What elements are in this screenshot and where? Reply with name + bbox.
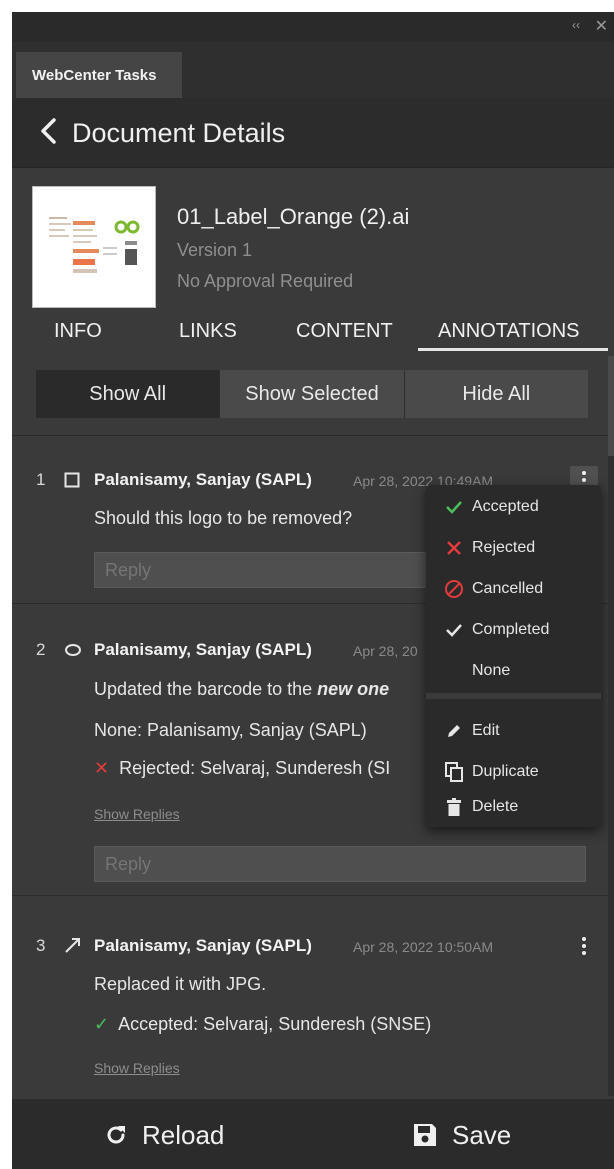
annotation-author: Palanisamy, Sanjay (SAPL) xyxy=(94,936,312,955)
show-all-button[interactable]: Show All xyxy=(36,370,220,418)
annotation-item[interactable]: 3 Palanisamy, Sanjay (SAPL) Apr 28, 2022… xyxy=(12,896,614,1106)
pencil-icon xyxy=(440,723,468,739)
annotation-context-menu: Accepted Rejected Cancelled Completed No… xyxy=(426,485,601,827)
annotation-text: Should this logo to be removed? xyxy=(94,508,353,528)
document-version: Version 1 xyxy=(177,240,253,260)
annotation-author: Palanisamy, Sanjay (SAPL) xyxy=(94,470,312,489)
document-thumbnail xyxy=(32,186,156,308)
annotation-text: Replaced it with JPG. xyxy=(94,974,267,994)
menu-divider xyxy=(426,693,601,699)
cancel-icon xyxy=(440,579,468,599)
check-icon xyxy=(440,500,468,514)
annotation-date: Apr 28, 2022 10:50AM xyxy=(353,939,494,955)
show-replies-link[interactable]: Show Replies xyxy=(94,806,180,822)
detail-tabs: INFO LINKS CONTENT ANNOTATIONS xyxy=(12,312,614,356)
close-panel-button[interactable]: ✕ xyxy=(595,16,608,36)
tab-annotations[interactable]: ANNOTATIONS xyxy=(438,320,579,343)
annotations-scrollbar[interactable] xyxy=(608,356,614,1096)
reply-input[interactable] xyxy=(94,846,586,882)
webcenter-panel: ‹‹ ✕ WebCenter Tasks Document Details 01… xyxy=(12,12,614,1169)
x-icon: ✕ xyxy=(94,758,110,778)
annotation-number: 3 xyxy=(36,936,46,955)
menu-item-delete[interactable]: Delete xyxy=(426,787,601,827)
hide-all-button[interactable]: Hide All xyxy=(403,370,588,418)
annotation-text: Updated the barcode to the new one xyxy=(94,679,390,699)
show-selected-button[interactable]: Show Selected xyxy=(219,370,404,418)
menu-item-duplicate[interactable]: Duplicate xyxy=(426,752,601,792)
status-none: None: Palanisamy, Sanjay (SAPL) xyxy=(94,720,367,740)
annotation-number: 1 xyxy=(36,470,46,489)
scrollbar-thumb[interactable] xyxy=(608,356,614,456)
reload-icon xyxy=(104,1123,128,1147)
annotation-number: 2 xyxy=(36,640,46,659)
menu-item-cancelled[interactable]: Cancelled xyxy=(426,569,601,609)
square-icon xyxy=(64,472,80,488)
tab-info[interactable]: INFO xyxy=(54,320,102,343)
chevron-left-icon[interactable] xyxy=(38,116,60,146)
trash-icon xyxy=(440,798,468,816)
screenshot-frame: ‹‹ ✕ WebCenter Tasks Document Details 01… xyxy=(0,0,614,1169)
annotation-menu-button[interactable] xyxy=(570,932,598,960)
tab-links[interactable]: LINKS xyxy=(179,320,237,343)
show-replies-link[interactable]: Show Replies xyxy=(94,1060,180,1076)
document-summary: 01_Label_Orange (2).ai Version 1 No Appr… xyxy=(12,168,614,308)
check-icon: ✓ xyxy=(94,1014,110,1034)
document-name: 01_Label_Orange (2).ai xyxy=(177,204,410,229)
panel-tab-webcenter-tasks[interactable]: WebCenter Tasks xyxy=(16,52,182,98)
menu-item-rejected[interactable]: Rejected xyxy=(426,528,601,568)
reload-button[interactable]: Reload xyxy=(104,1117,224,1153)
annotation-filter: Show All Show Selected Hide All xyxy=(36,370,588,418)
check-icon xyxy=(440,623,468,637)
page-header: Document Details xyxy=(12,98,614,168)
status-accepted: ✓ Accepted: Selvaraj, Sunderesh (SNSE) xyxy=(94,1014,432,1034)
panel-tab-bar: WebCenter Tasks xyxy=(12,42,614,98)
menu-item-accepted[interactable]: Accepted xyxy=(426,487,601,527)
save-button[interactable]: Save xyxy=(412,1117,511,1153)
active-tab-indicator xyxy=(418,348,608,351)
menu-item-none[interactable]: None xyxy=(426,651,601,691)
menu-item-completed[interactable]: Completed xyxy=(426,610,601,650)
page-title: Document Details xyxy=(72,118,286,148)
duplicate-icon xyxy=(440,762,468,782)
panel-title-strip: ‹‹ ✕ xyxy=(12,12,614,42)
annotation-date: Apr 28, 20 xyxy=(353,643,418,659)
footer-bar: Reload Save xyxy=(12,1099,614,1169)
save-icon xyxy=(412,1122,438,1148)
tab-content[interactable]: CONTENT xyxy=(296,320,393,343)
collapse-panel-button[interactable]: ‹‹ xyxy=(572,18,580,32)
ellipse-icon xyxy=(64,643,82,657)
approval-status: No Approval Required xyxy=(177,271,354,291)
x-icon xyxy=(440,540,468,556)
annotation-filter-bar: Show All Show Selected Hide All xyxy=(12,356,614,436)
menu-item-edit[interactable]: Edit xyxy=(426,711,601,751)
annotation-author: Palanisamy, Sanjay (SAPL) xyxy=(94,640,312,659)
arrow-icon xyxy=(64,936,82,954)
status-rejected: ✕ Rejected: Selvaraj, Sunderesh (SI xyxy=(94,758,391,778)
